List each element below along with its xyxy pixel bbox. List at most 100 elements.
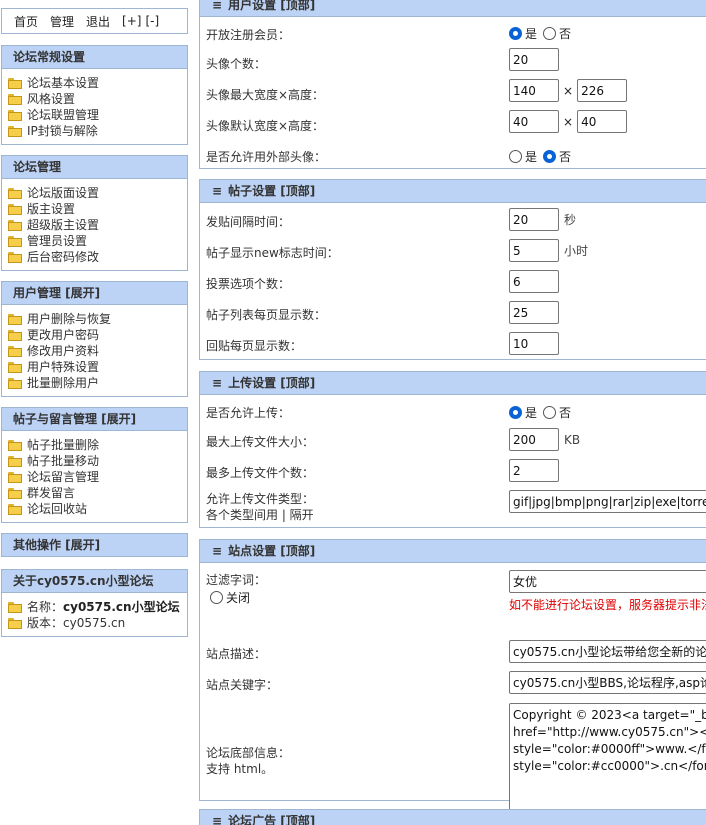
- post-interval-label: 发贴间隔时间：: [206, 215, 291, 229]
- reply-per-page-label: 回贴每页显示数：: [206, 339, 303, 353]
- folder-icon: [8, 439, 22, 451]
- sidebar-menu-item[interactable]: 论坛留言管理: [8, 469, 187, 485]
- site-keywords-label: 站点关键字：: [206, 678, 279, 692]
- allow-upload-no[interactable]: 否: [543, 404, 571, 421]
- radio-label: 否: [559, 27, 572, 41]
- per-page-input[interactable]: 25: [509, 301, 559, 324]
- radio-icon: [210, 591, 223, 604]
- site-settings-header[interactable]: ≡ 站点设置 [顶部]: [199, 539, 706, 563]
- external-avatar-yes[interactable]: 是: [509, 148, 537, 165]
- file-types-label-line1: 允许上传文件类型：: [206, 492, 315, 506]
- user-manage-header[interactable]: 用户管理 [展开]: [1, 281, 188, 305]
- other-ops-header[interactable]: 其他操作 [展开]: [1, 533, 188, 557]
- max-size-input[interactable]: 200: [509, 428, 559, 451]
- folder-icon: [8, 455, 22, 467]
- sidebar-menu-item[interactable]: 超级版主设置: [8, 217, 187, 233]
- sidebar-menu-item-label: 论坛版面设置: [27, 186, 100, 200]
- post-manage-list: 帖子批量删除 帖子批量移动 论坛留言管理 群发留言论坛回收站: [1, 431, 188, 523]
- user-settings-header[interactable]: ≡ 用户设置 [顶部]: [199, 0, 706, 17]
- ad-settings-header[interactable]: ≡ 论坛广告 [顶部]: [199, 809, 706, 825]
- external-avatar-label: 是否允许用外部头像：: [206, 150, 327, 164]
- sidebar-menu-item[interactable]: 论坛回收站: [8, 501, 187, 517]
- sidebar-menu-item-label: 论坛回收站: [27, 502, 88, 516]
- forum-settings-list: 论坛基本设置 风格设置 论坛联盟管理 IP封锁与解除: [1, 69, 188, 145]
- external-avatar-no[interactable]: 否: [543, 148, 571, 165]
- sidebar-menu-item[interactable]: 修改用户资料: [8, 343, 187, 359]
- radio-icon: [509, 150, 522, 163]
- post-interval-input[interactable]: 20: [509, 208, 559, 231]
- upload-settings-title: 上传设置 [顶部]: [228, 376, 316, 390]
- avatar-count-input[interactable]: 20: [509, 48, 559, 71]
- sidebar-menu-item[interactable]: 更改用户密码: [8, 327, 187, 343]
- manage-link[interactable]: 管理: [50, 13, 74, 30]
- sidebar-menu-item[interactable]: 版主设置: [8, 201, 187, 217]
- sidebar-menu-item[interactable]: 帖子批量移动: [8, 453, 187, 469]
- folder-icon: [8, 109, 22, 121]
- footer-info-textarea[interactable]: Copyright © 2023<a target="_blank" href=…: [509, 703, 706, 820]
- avatar-default-width-input[interactable]: 40: [509, 110, 559, 133]
- max-files-input[interactable]: 2: [509, 459, 559, 482]
- sidebar-menu-item[interactable]: 批量删除用户: [8, 375, 187, 391]
- forum-settings-header[interactable]: 论坛常规设置: [1, 45, 188, 69]
- sidebar-menu-item[interactable]: 用户特殊设置: [8, 359, 187, 375]
- avatar-default-height-input[interactable]: 40: [577, 110, 628, 133]
- reply-per-page-input[interactable]: 10: [509, 332, 559, 355]
- site-desc-label: 站点描述：: [206, 647, 267, 661]
- menu-icon: ≡: [212, 814, 223, 825]
- about-menu: 关于cy0575.cn小型论坛 名称： cy0575.cn小型论坛 版本：cy05…: [1, 569, 188, 637]
- folder-icon: [8, 345, 22, 357]
- upload-settings-header[interactable]: ≡ 上传设置 [顶部]: [199, 371, 706, 395]
- about-name-item: 名称： cy0575.cn小型论坛: [8, 599, 187, 615]
- new-flag-input[interactable]: 5: [509, 239, 559, 262]
- logout-link[interactable]: 退出: [86, 13, 110, 30]
- menu-icon: ≡: [212, 184, 223, 198]
- post-settings-header[interactable]: ≡ 帖子设置 [顶部]: [199, 179, 706, 203]
- sidebar-menu-item-label: 更改用户密码: [27, 328, 100, 342]
- radio-label: 是: [525, 150, 538, 164]
- site-keywords-input[interactable]: cy0575.cn小型BBS,论坛程序,asp论坛: [509, 671, 706, 694]
- home-link[interactable]: 首页: [14, 13, 38, 30]
- sidebar-menu-item-label: 用户特殊设置: [27, 360, 100, 374]
- file-types-input[interactable]: gif|jpg|bmp|png|rar|zip|exe|torrent: [509, 490, 706, 513]
- sidebar-menu-item[interactable]: 群发留言: [8, 485, 187, 501]
- sidebar-menu-item[interactable]: 帖子批量删除: [8, 437, 187, 453]
- avatar-max-label: 头像最大宽度×高度：: [206, 88, 325, 102]
- sidebar-menu-item-label: 论坛留言管理: [27, 470, 100, 484]
- sidebar-menu-item[interactable]: 用户删除与恢复: [8, 311, 187, 327]
- sidebar-menu-item[interactable]: 后台密码修改: [8, 249, 187, 265]
- filter-words-input[interactable]: 女优: [509, 570, 706, 593]
- upload-settings-section: ≡ 上传设置 [顶部] 是否允许上传： 是 否 最大上传文件大小： 200 KB 最…: [199, 371, 706, 528]
- post-manage-header[interactable]: 帖子与留言管理 [展开]: [1, 407, 188, 431]
- folder-icon: [8, 93, 22, 105]
- radio-checked-icon: [509, 406, 522, 419]
- allow-upload-yes[interactable]: 是: [509, 404, 537, 421]
- open-register-control: 是 否: [509, 25, 577, 42]
- menu-icon: ≡: [212, 376, 223, 390]
- sidebar-menu-item[interactable]: IP封锁与解除: [8, 123, 187, 139]
- avatar-max-height-input[interactable]: 226: [577, 79, 628, 102]
- radio-checked-icon: [543, 150, 557, 163]
- sidebar-menu-item-label: 用户删除与恢复: [27, 312, 112, 326]
- site-desc-input[interactable]: cy0575.cn小型论坛带给您全新的论坛: [509, 640, 706, 663]
- file-types-label-line2: 各个类型间用 | 隔开: [206, 508, 314, 522]
- collapse-all-link[interactable]: [-]: [145, 14, 159, 28]
- sidebar-menu-item-label: 帖子批量移动: [27, 454, 100, 468]
- user-settings-title: 用户设置 [顶部]: [228, 0, 316, 12]
- footer-info-label: 论坛底部信息： 支持 html。: [206, 745, 290, 777]
- sidebar-menu-item-label: 群发留言: [27, 486, 76, 500]
- avatar-max-width-input[interactable]: 140: [509, 79, 559, 102]
- open-register-no[interactable]: 否: [543, 25, 571, 42]
- open-register-yes[interactable]: 是: [509, 25, 537, 42]
- expand-all-link[interactable]: [+]: [122, 14, 141, 28]
- about-header[interactable]: 关于cy0575.cn小型论坛: [1, 569, 188, 593]
- sidebar-menu-item[interactable]: 管理员设置: [8, 233, 187, 249]
- user-settings-section: ≡ 用户设置 [顶部] 开放注册会员： 是 否 头像个数： 20 头像最大宽度×高…: [199, 0, 706, 169]
- sidebar-menu-item[interactable]: 论坛版面设置: [8, 185, 187, 201]
- poll-options-input[interactable]: 6: [509, 270, 559, 293]
- sidebar-menu-item[interactable]: 风格设置: [8, 91, 187, 107]
- forum-manage-header[interactable]: 论坛管理: [1, 155, 188, 179]
- sidebar-menu-item[interactable]: 论坛基本设置: [8, 75, 187, 91]
- radio-label: 否: [559, 406, 572, 420]
- filter-close-option[interactable]: 关闭: [210, 589, 250, 606]
- sidebar-menu-item[interactable]: 论坛联盟管理: [8, 107, 187, 123]
